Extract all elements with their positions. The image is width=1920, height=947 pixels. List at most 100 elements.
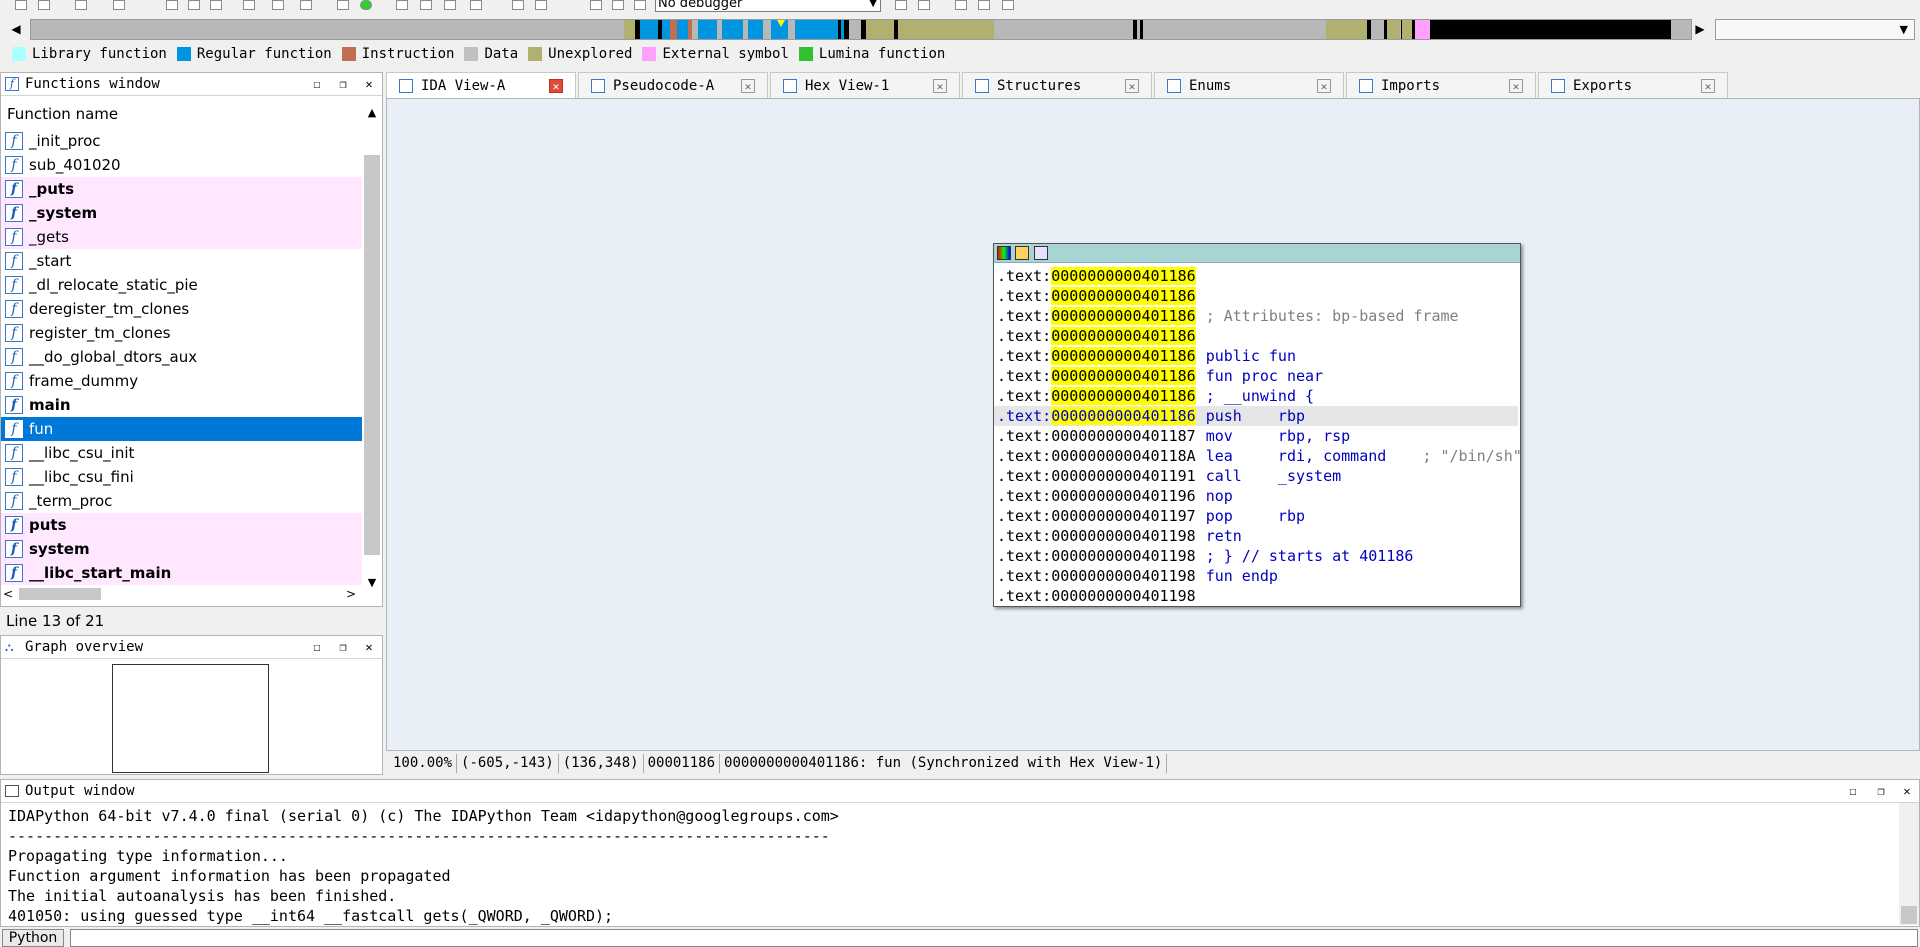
- function-list-item[interactable]: f _term_proc: [1, 489, 362, 513]
- disassembly-line[interactable]: .text:0000000000401186 ; __unwind {: [997, 386, 1522, 406]
- download-icon[interactable]: [272, 0, 284, 10]
- address[interactable]: 0000000000401186: [1051, 327, 1196, 345]
- tab-close-icon[interactable]: ✕: [549, 78, 563, 93]
- functions-horizontal-scrollbar[interactable]: < >: [1, 584, 362, 604]
- disassembly-line[interactable]: .text:0000000000401198 retn: [997, 526, 1522, 546]
- function-list-item[interactable]: f deregister_tm_clones: [1, 297, 362, 321]
- disassembly-line[interactable]: .text:0000000000401198 fun endp: [997, 566, 1522, 586]
- group-icon[interactable]: [1034, 246, 1048, 260]
- instruction-text[interactable]: nop: [1206, 487, 1233, 505]
- toolbar-icon[interactable]: [895, 0, 907, 10]
- edit-icon[interactable]: [1015, 246, 1029, 260]
- function-list-item[interactable]: f __libc_csu_init: [1, 441, 362, 465]
- toolbar-icon[interactable]: [1002, 0, 1014, 10]
- play-icon[interactable]: [590, 0, 602, 10]
- save-icon[interactable]: [38, 0, 50, 10]
- function-list-item[interactable]: f register_tm_clones: [1, 321, 362, 345]
- tab-structures[interactable]: Structures ✕: [962, 72, 1152, 98]
- maximize-icon[interactable]: ☐: [309, 76, 325, 92]
- toolbar-icon[interactable]: [243, 0, 255, 10]
- disassembly-line[interactable]: .text:0000000000401186: [997, 326, 1522, 346]
- tab-close-icon[interactable]: ✕: [933, 78, 947, 93]
- function-list-item[interactable]: f _init_proc: [1, 129, 362, 153]
- toolbar-icon[interactable]: [470, 0, 482, 10]
- toolbar-icon[interactable]: [166, 0, 178, 10]
- instruction-text[interactable]: ; } // starts at 401186: [1206, 547, 1414, 565]
- address[interactable]: 0000000000401186: [1051, 307, 1196, 325]
- address[interactable]: 0000000000401186: [1051, 387, 1196, 405]
- float-icon[interactable]: ❐: [1873, 783, 1889, 799]
- function-list-item[interactable]: f _system: [1, 201, 362, 225]
- maximize-icon[interactable]: ☐: [1845, 783, 1861, 799]
- address[interactable]: 0000000000401198: [1051, 587, 1196, 605]
- toolbar-icon[interactable]: [918, 0, 930, 10]
- scrollbar-thumb[interactable]: [19, 588, 101, 600]
- toolbar-icon[interactable]: [444, 0, 456, 10]
- instruction-text[interactable]: push rbp: [1206, 407, 1305, 425]
- tab-exports[interactable]: Exports ✕: [1538, 72, 1728, 98]
- scrollbar-thumb[interactable]: [364, 155, 380, 555]
- address[interactable]: 0000000000401187: [1051, 427, 1196, 445]
- tab-close-icon[interactable]: ✕: [1701, 78, 1715, 93]
- function-list-item[interactable]: f system: [1, 537, 362, 561]
- disassembly-line[interactable]: .text:0000000000401198 ; } // starts at 4…: [997, 546, 1522, 566]
- forward-icon[interactable]: [113, 0, 125, 10]
- toolbar-icon[interactable]: [396, 0, 408, 10]
- instruction-text[interactable]: pop rbp: [1206, 507, 1305, 525]
- color-icon[interactable]: [997, 246, 1011, 260]
- close-icon[interactable]: ✕: [361, 76, 377, 92]
- address[interactable]: 0000000000401198: [1051, 547, 1196, 565]
- scroll-up-icon[interactable]: ▲: [362, 103, 382, 123]
- address[interactable]: 0000000000401186: [1051, 407, 1196, 425]
- address[interactable]: 0000000000401186: [1051, 347, 1196, 365]
- toolbar-icon[interactable]: [978, 0, 990, 10]
- address[interactable]: 0000000000401191: [1051, 467, 1196, 485]
- disassembly-line[interactable]: .text:0000000000401186: [997, 286, 1522, 306]
- address[interactable]: 0000000000401186: [1051, 287, 1196, 305]
- instruction-text[interactable]: ; __unwind {: [1206, 387, 1314, 405]
- instruction-text[interactable]: lea rdi, command: [1206, 447, 1387, 465]
- function-name-column-header[interactable]: Function name: [1, 103, 361, 125]
- toolbar-icon[interactable]: [420, 0, 432, 10]
- disassembly-line[interactable]: .text:0000000000401197 pop rbp: [997, 506, 1522, 526]
- instruction-text[interactable]: call _system: [1206, 467, 1341, 485]
- python-language-button[interactable]: Python: [2, 929, 64, 947]
- output-scrollbar[interactable]: [1899, 803, 1919, 925]
- close-icon[interactable]: ✕: [361, 639, 377, 655]
- function-list-item[interactable]: f _start: [1, 249, 362, 273]
- debugger-select[interactable]: No debugger ▼: [655, 0, 881, 12]
- address[interactable]: 0000000000401186: [1051, 267, 1196, 285]
- open-icon[interactable]: [15, 0, 27, 10]
- address[interactable]: 0000000000401186: [1051, 367, 1196, 385]
- graph-node-fun[interactable]: .text:0000000000401186 .text:000000000040…: [993, 243, 1522, 607]
- function-list-item[interactable]: f frame_dummy: [1, 369, 362, 393]
- function-list-item[interactable]: f __libc_start_main: [1, 561, 362, 585]
- scrollbar-thumb[interactable]: [1901, 906, 1917, 924]
- back-icon[interactable]: [75, 0, 87, 10]
- disassembly-line[interactable]: .text:0000000000401187 mov rbp, rsp: [997, 426, 1522, 446]
- ida-view-a[interactable]: .text:0000000000401186 .text:000000000040…: [386, 98, 1920, 773]
- disassembly-line[interactable]: .text:0000000000401191 call _system: [997, 466, 1522, 486]
- python-command-input[interactable]: [70, 929, 1918, 947]
- disassembly-line[interactable]: .text:0000000000401186 push rbp: [994, 406, 1518, 426]
- stop-icon[interactable]: [634, 0, 646, 10]
- function-list-item[interactable]: f fun: [1, 417, 362, 441]
- graph-overview-viewport[interactable]: [112, 664, 269, 773]
- close-icon[interactable]: [535, 0, 547, 10]
- function-list-item[interactable]: f __do_global_dtors_aux: [1, 345, 362, 369]
- address[interactable]: 0000000000401196: [1051, 487, 1196, 505]
- scroll-left-icon[interactable]: <: [3, 584, 13, 604]
- address[interactable]: 0000000000401197: [1051, 507, 1196, 525]
- pause-icon[interactable]: [612, 0, 624, 10]
- tab-enums[interactable]: Enums ✕: [1154, 72, 1344, 98]
- function-list-item[interactable]: f _dl_relocate_static_pie: [1, 273, 362, 297]
- toolbar-icon[interactable]: [955, 0, 967, 10]
- disassembly-line[interactable]: .text:0000000000401196 nop: [997, 486, 1522, 506]
- function-list-item[interactable]: f _gets: [1, 225, 362, 249]
- toolbar-icon[interactable]: [210, 0, 222, 10]
- float-icon[interactable]: ❐: [335, 76, 351, 92]
- function-list-item[interactable]: f __libc_csu_fini: [1, 465, 362, 489]
- tab-close-icon[interactable]: ✕: [1125, 78, 1139, 93]
- warning-icon[interactable]: [337, 0, 349, 10]
- close-icon[interactable]: ✕: [1899, 783, 1915, 799]
